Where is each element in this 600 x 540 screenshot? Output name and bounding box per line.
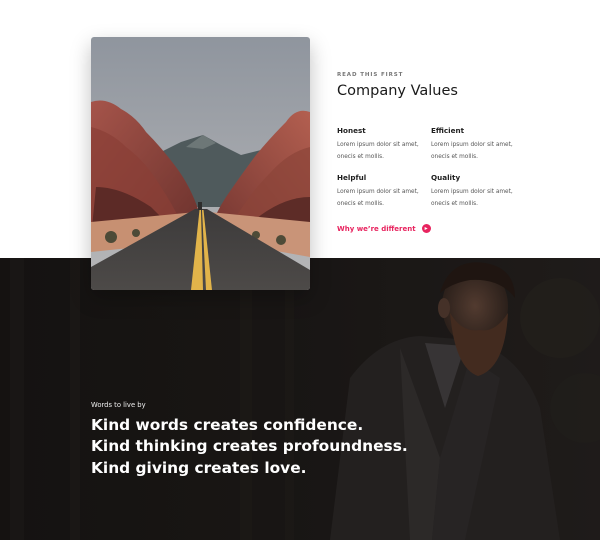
value-item-efficient: Efficient Lorem ipsum dolor sit amet, on… [431, 126, 531, 163]
value-title: Helpful [337, 173, 367, 182]
quote-line-2: Kind thinking creates profoundness. [91, 437, 408, 455]
value-description: Lorem ipsum dolor sit amet, onecis et mo… [337, 189, 419, 207]
quote-line-1: Kind words creates confidence. [91, 416, 364, 434]
value-title: Quality [431, 173, 461, 182]
quote-eyebrow: Words to live by [91, 401, 146, 409]
portrait-background-image [0, 258, 600, 540]
road-landscape-image [91, 37, 310, 290]
road-photo [91, 37, 310, 290]
quote-line-3: Kind giving creates love. [91, 459, 307, 477]
why-different-label: Why we’re different [337, 224, 416, 233]
value-title: Efficient [431, 126, 465, 135]
quote-background [0, 258, 600, 540]
value-item-quality: Quality Lorem ipsum dolor sit amet, onec… [431, 173, 531, 210]
why-different-link[interactable]: Why we’re different ▸ [337, 224, 431, 233]
value-description: Lorem ipsum dolor sit amet, onecis et mo… [431, 142, 513, 160]
value-item-honest: Honest Lorem ipsum dolor sit amet, oneci… [337, 126, 437, 163]
value-title: Honest [337, 126, 366, 135]
section-title: Company Values [337, 83, 458, 99]
arrow-right-circle-icon: ▸ [421, 224, 431, 233]
value-description: Lorem ipsum dolor sit amet, onecis et mo… [337, 142, 419, 160]
value-description: Lorem ipsum dolor sit amet, onecis et mo… [431, 189, 513, 207]
value-item-helpful: Helpful Lorem ipsum dolor sit amet, onec… [337, 173, 437, 210]
section-eyebrow: READ THIS FIRST [337, 72, 404, 78]
